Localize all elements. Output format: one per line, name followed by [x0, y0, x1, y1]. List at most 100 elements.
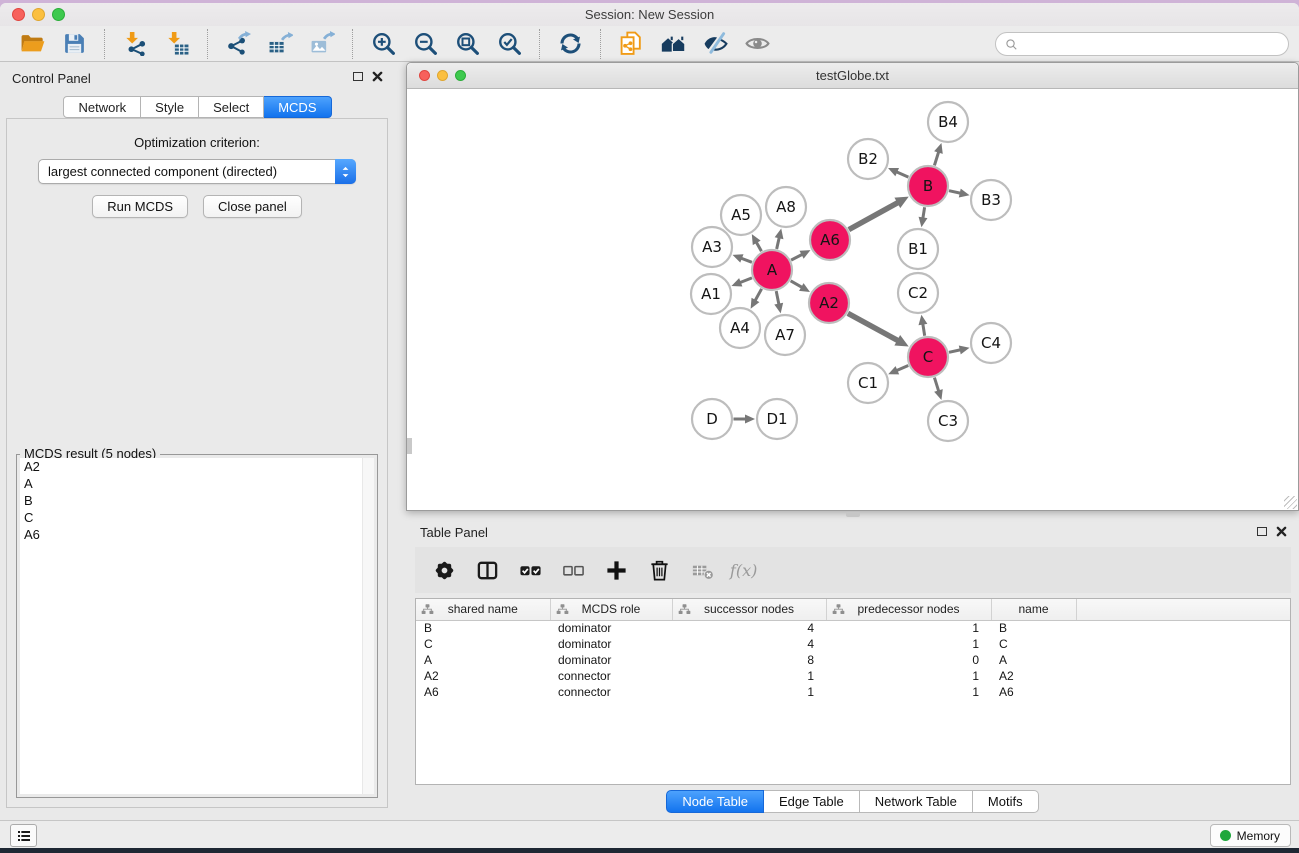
open-session-icon[interactable]	[17, 30, 47, 58]
zoom-window-button[interactable]	[52, 8, 65, 21]
graph-node-B[interactable]: B	[908, 166, 948, 206]
graph-node-C3[interactable]: C3	[928, 401, 968, 441]
graph-edge-B-B4[interactable]	[934, 143, 943, 165]
column-header-successor-nodes[interactable]: successor nodes	[672, 599, 826, 620]
tab-network-table[interactable]: Network Table	[860, 790, 973, 813]
graph-node-A4[interactable]: A4	[720, 308, 760, 348]
graph-node-A6[interactable]: A6	[810, 220, 850, 260]
memory-button[interactable]: Memory	[1210, 824, 1291, 847]
graph-edge-D-D1[interactable]	[734, 415, 756, 424]
graph-node-A5[interactable]: A5	[721, 195, 761, 235]
resize-grip-icon[interactable]	[1284, 496, 1297, 509]
graph-node-C4[interactable]: C4	[971, 323, 1011, 363]
graph-node-A3[interactable]: A3	[692, 227, 732, 267]
save-session-icon[interactable]	[59, 30, 89, 58]
graph-edge-A-A4[interactable]	[751, 289, 762, 309]
delete-table-icon[interactable]	[685, 553, 719, 587]
graph-edge-A-A7[interactable]	[774, 291, 783, 313]
column-header-mcds-role[interactable]: MCDS role	[550, 599, 672, 620]
graph-edge-A-A6[interactable]	[791, 250, 810, 260]
graph-edge-A-A8[interactable]	[775, 228, 784, 249]
tab-edge-table[interactable]: Edge Table	[764, 790, 860, 813]
scrollbar-track[interactable]	[362, 458, 374, 794]
search-input[interactable]	[1023, 34, 1288, 54]
splitter-knob[interactable]	[407, 438, 412, 454]
column-header-name[interactable]: name	[991, 599, 1076, 620]
close-panel-button[interactable]: Close panel	[203, 195, 302, 218]
column-header-shared-name[interactable]: shared name	[416, 599, 550, 620]
refresh-icon[interactable]	[555, 30, 585, 58]
close-panel-icon[interactable]	[372, 71, 383, 82]
graph-node-A1[interactable]: A1	[691, 274, 731, 314]
table-row[interactable]: Bdominator41B	[416, 620, 1290, 636]
tab-motifs[interactable]: Motifs	[973, 790, 1039, 813]
graph-node-B4[interactable]: B4	[928, 102, 968, 142]
table-row[interactable]: Adominator80A	[416, 652, 1290, 668]
minimize-window-button[interactable]	[32, 8, 45, 21]
graph-edge-A-A1[interactable]	[731, 278, 752, 287]
mcds-result-list[interactable]: A2ABCA6	[20, 458, 374, 794]
float-panel-icon[interactable]	[353, 72, 363, 81]
graph-node-C2[interactable]: C2	[898, 273, 938, 313]
graph-edge-B-B2[interactable]	[888, 168, 908, 177]
table-settings-gear-icon[interactable]	[427, 553, 461, 587]
search-box[interactable]	[995, 32, 1289, 56]
export-image-icon[interactable]	[307, 30, 337, 58]
delete-columns-icon[interactable]	[642, 553, 676, 587]
zoom-out-icon[interactable]	[410, 30, 440, 58]
graph-edge-A-A2[interactable]	[791, 281, 810, 292]
graph-node-B1[interactable]: B1	[898, 229, 938, 269]
import-network-icon[interactable]	[120, 30, 150, 58]
graph-node-A8[interactable]: A8	[766, 187, 806, 227]
close-window-button[interactable]	[12, 8, 25, 21]
graph-edge-C-C4[interactable]	[949, 346, 970, 355]
function-builder-icon[interactable]: f(x)	[728, 553, 762, 587]
graph-node-B3[interactable]: B3	[971, 180, 1011, 220]
zoom-fit-icon[interactable]	[452, 30, 482, 58]
close-view-button[interactable]	[419, 70, 430, 81]
graph-node-C1[interactable]: C1	[848, 363, 888, 403]
zoom-view-button[interactable]	[455, 70, 466, 81]
float-table-panel-icon[interactable]	[1257, 527, 1267, 536]
show-all-columns-icon[interactable]	[513, 553, 547, 587]
export-network-icon[interactable]	[223, 30, 253, 58]
graph-node-C[interactable]: C	[908, 337, 948, 377]
graph-node-D[interactable]: D	[692, 399, 732, 439]
network-canvas[interactable]: B4B2BB3B1A5A8A3A6AA1A2A4A7C2CC4C1C3DD1	[407, 90, 1298, 510]
column-header-predecessor-nodes[interactable]: predecessor nodes	[826, 599, 991, 620]
hide-selected-icon[interactable]	[700, 30, 730, 58]
graph-edge-C-C2[interactable]	[918, 315, 927, 336]
zoom-in-icon[interactable]	[368, 30, 398, 58]
graph-edge-A-A5[interactable]	[752, 234, 762, 251]
split-panel-icon[interactable]	[470, 553, 504, 587]
table-row[interactable]: Cdominator41C	[416, 636, 1290, 652]
tab-node-table[interactable]: Node Table	[666, 790, 764, 813]
tab-mcds[interactable]: MCDS	[264, 96, 331, 118]
create-column-icon[interactable]	[599, 553, 633, 587]
graph-edge-C-C1[interactable]	[888, 366, 908, 375]
graph-node-B2[interactable]: B2	[848, 139, 888, 179]
horizontal-splitter[interactable]	[406, 511, 1299, 519]
run-mcds-button[interactable]: Run MCDS	[92, 195, 188, 218]
zoom-selected-icon[interactable]	[494, 30, 524, 58]
table-row[interactable]: A6connector11A6	[416, 684, 1290, 700]
hide-all-columns-icon[interactable]	[556, 553, 590, 587]
graph-edge-A-A3[interactable]	[733, 254, 752, 262]
table-row[interactable]: A2connector11A2	[416, 668, 1290, 684]
import-table-icon[interactable]	[162, 30, 192, 58]
graph-edge-B-B3[interactable]	[949, 189, 970, 198]
task-history-button[interactable]	[10, 824, 37, 847]
graph-edge-C-C3[interactable]	[934, 378, 943, 400]
graph-edge-A2-C[interactable]	[848, 313, 909, 346]
minimize-view-button[interactable]	[437, 70, 448, 81]
export-table-icon[interactable]	[265, 30, 295, 58]
new-network-from-selection-icon[interactable]	[616, 30, 646, 58]
graph-edge-A6-B[interactable]	[849, 197, 909, 230]
optimization-criterion-select[interactable]: largest connected component (directed)	[38, 159, 356, 184]
tab-style[interactable]: Style	[141, 96, 199, 118]
graph-node-A[interactable]: A	[752, 250, 792, 290]
graph-node-A2[interactable]: A2	[809, 283, 849, 323]
graph-edge-B-B1[interactable]	[919, 207, 928, 227]
first-neighbors-icon[interactable]	[658, 30, 688, 58]
tab-select[interactable]: Select	[199, 96, 264, 118]
